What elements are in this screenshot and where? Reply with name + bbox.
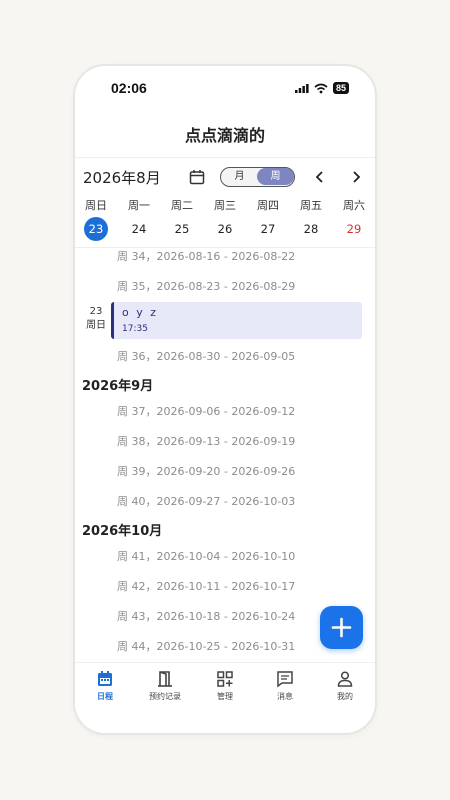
tab-person[interactable]: 我的: [320, 670, 370, 702]
week-range-row[interactable]: 周 35，2026-08-23 - 2026-08-29: [117, 278, 295, 294]
week-range-row[interactable]: 周 37，2026-09-06 - 2026-09-12: [117, 403, 295, 419]
week-range-row[interactable]: 周 41，2026-10-04 - 2026-10-10: [117, 548, 295, 564]
event-day-number: 23: [89, 306, 103, 317]
person-icon: [320, 670, 370, 688]
tab-label: 我的: [337, 692, 353, 701]
date-cell[interactable]: 26: [213, 217, 237, 241]
event-date-column: 23 周日: [83, 305, 109, 333]
chevron-right-icon[interactable]: [348, 169, 364, 185]
tab-label: 预约记录: [149, 692, 181, 701]
battery-indicator: 85: [332, 82, 349, 94]
tab-label: 日程: [97, 692, 113, 701]
status-icons: 85: [294, 82, 349, 94]
date-cell-selected[interactable]: 23: [84, 217, 108, 241]
week-range-row[interactable]: 周 43，2026-10-18 - 2026-10-24: [117, 608, 295, 624]
divider: [75, 157, 375, 158]
weekday-header: 周日 周一 周二 周三 周四 周五 周六: [75, 197, 375, 213]
wifi-icon: [314, 83, 328, 93]
bottom-tab-bar: 日程 预约记录 管理 消息 我的: [75, 662, 375, 712]
status-bar: 02:06 85: [75, 78, 375, 100]
date-cell[interactable]: 27: [256, 217, 280, 241]
grid-plus-icon: [200, 670, 250, 688]
weekday-label: 周日: [85, 199, 107, 212]
week-range-row[interactable]: 周 36，2026-08-30 - 2026-09-05: [117, 348, 295, 364]
weekday-label: 周二: [171, 199, 193, 212]
plus-icon: [331, 617, 352, 638]
tab-calendar[interactable]: 日程: [80, 670, 130, 702]
tab-label: 管理: [217, 692, 233, 701]
month-section-header: 2026年9月: [82, 379, 154, 394]
weekday-label: 周六: [343, 199, 365, 212]
signal-icon: [294, 84, 309, 93]
calendar-picker-icon[interactable]: [189, 169, 205, 185]
week-range-row[interactable]: 周 34，2026-08-16 - 2026-08-22: [117, 248, 295, 264]
week-range-row[interactable]: 周 44，2026-10-25 - 2026-10-31: [117, 638, 295, 654]
date-cell[interactable]: 29: [342, 217, 366, 241]
date-cell[interactable]: 24: [127, 217, 151, 241]
event-title: o y z: [122, 306, 159, 319]
month-section-header: 2026年10月: [82, 524, 163, 539]
week-range-row[interactable]: 周 39，2026-09-20 - 2026-09-26: [117, 463, 295, 479]
phone-screen: 02:06 85 点点滴滴的 2026年8月 月 周 周日 周一 周二 周三 周…: [75, 66, 375, 733]
event-card[interactable]: o y z 17:35: [111, 302, 362, 339]
weekday-label: 周三: [214, 199, 236, 212]
week-dates: 23 24 25 26 27 28 29: [75, 217, 375, 241]
current-month-label[interactable]: 2026年8月: [83, 167, 161, 188]
date-cell[interactable]: 28: [299, 217, 323, 241]
tab-door[interactable]: 预约记录: [140, 670, 190, 702]
door-icon: [140, 670, 190, 688]
add-event-button[interactable]: [320, 606, 363, 649]
weekday-label: 周一: [128, 199, 150, 212]
view-toggle: 月 周: [220, 167, 295, 187]
event-time: 17:35: [122, 324, 148, 334]
toggle-week-option[interactable]: 周: [257, 168, 294, 185]
toggle-month-option[interactable]: 月: [221, 168, 258, 185]
calendar-icon: [80, 670, 130, 688]
week-range-row[interactable]: 周 38，2026-09-13 - 2026-09-19: [117, 433, 295, 449]
week-range-row[interactable]: 周 40，2026-09-27 - 2026-10-03: [117, 493, 295, 509]
event-weekday: 周日: [86, 320, 106, 331]
message-icon: [260, 670, 310, 688]
weekday-label: 周五: [300, 199, 322, 212]
calendar-toolbar: 2026年8月 月 周: [75, 162, 375, 192]
schedule-list: 周 34，2026-08-16 - 2026-08-22 周 35，2026-08…: [75, 248, 375, 659]
date-cell[interactable]: 25: [170, 217, 194, 241]
tab-label: 消息: [277, 692, 293, 701]
tab-grid-plus[interactable]: 管理: [200, 670, 250, 702]
tab-message[interactable]: 消息: [260, 670, 310, 702]
week-range-row[interactable]: 周 42，2026-10-11 - 2026-10-17: [117, 578, 295, 594]
status-time: 02:06: [111, 80, 147, 96]
chevron-left-icon[interactable]: [312, 169, 328, 185]
weekday-label: 周四: [257, 199, 279, 212]
app-title: 点点滴滴的: [184, 126, 265, 145]
